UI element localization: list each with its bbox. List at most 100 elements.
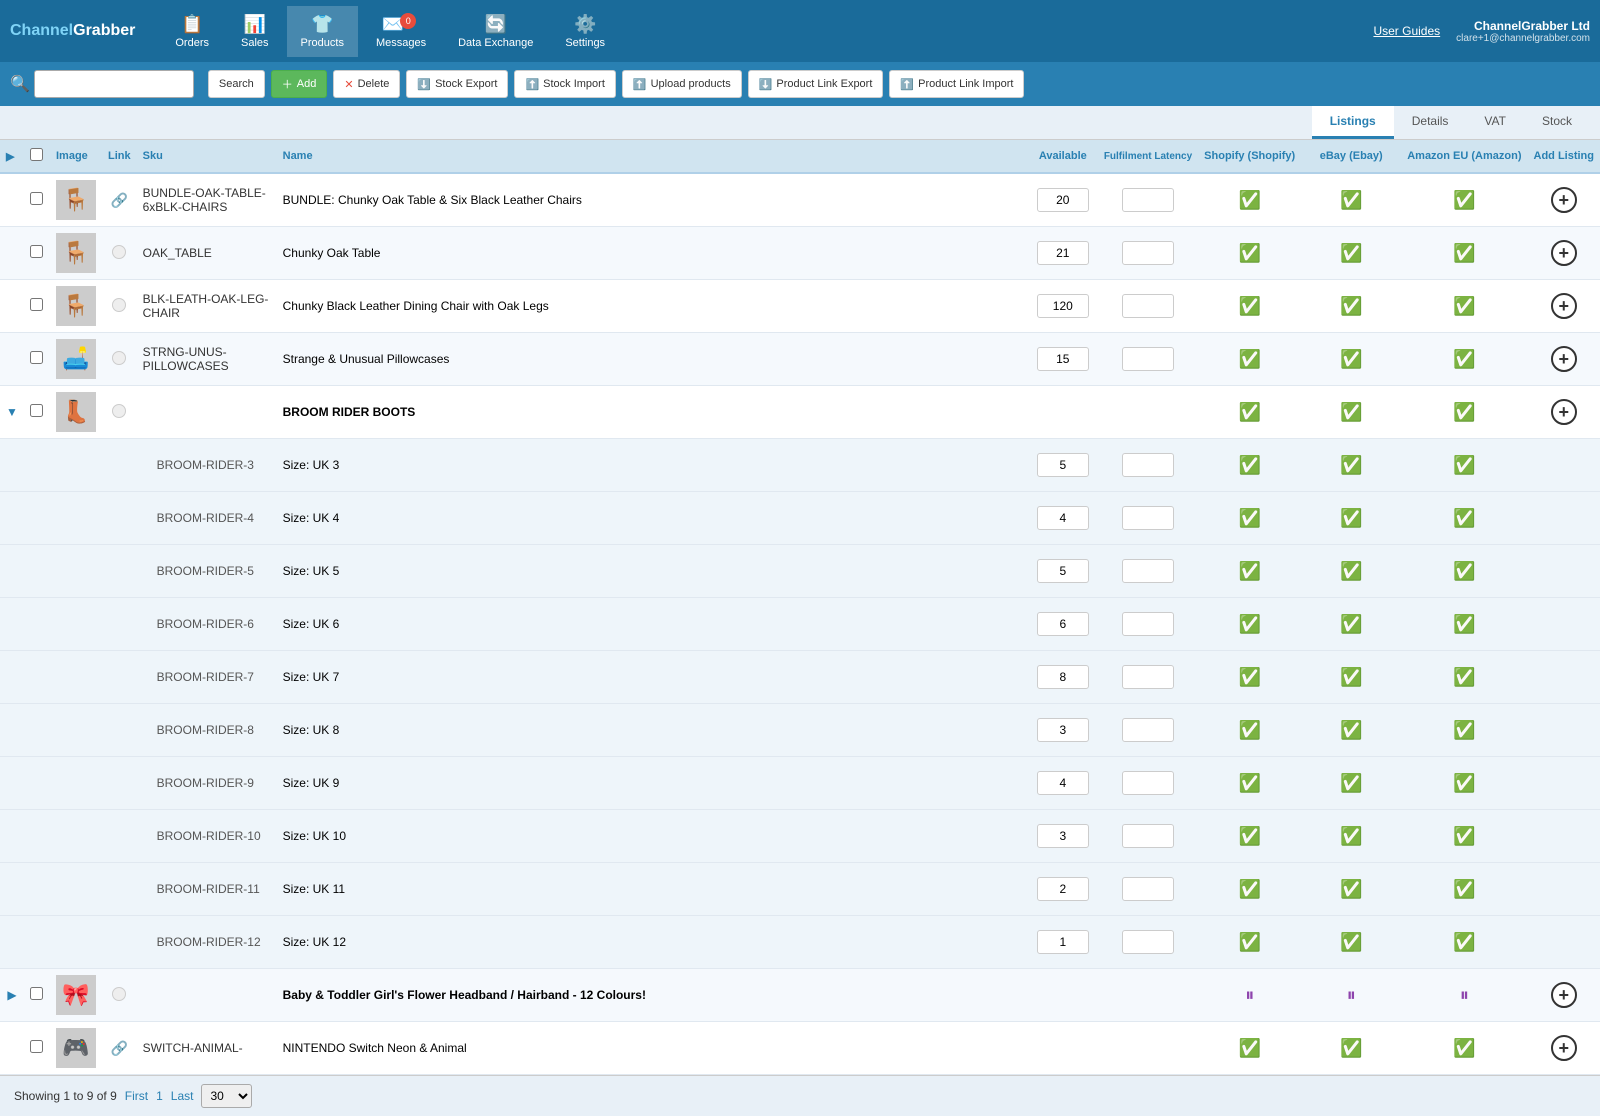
row-checkbox[interactable] — [30, 245, 43, 258]
last-page-link[interactable]: Last — [171, 1089, 194, 1103]
available-input[interactable] — [1037, 930, 1089, 954]
row-checkbox[interactable] — [30, 404, 43, 417]
add-listing-button[interactable]: + — [1551, 293, 1577, 319]
add-listing-button[interactable]: + — [1551, 187, 1577, 213]
available-input[interactable] — [1037, 506, 1089, 530]
row-checkbox[interactable] — [30, 987, 43, 1000]
latency-input[interactable] — [1122, 347, 1174, 371]
nav-item-settings[interactable]: ⚙️ Settings — [551, 6, 619, 57]
available-input[interactable] — [1037, 559, 1089, 583]
sku-cell — [137, 386, 277, 439]
stock-import-button[interactable]: ⬆️ Stock Import — [514, 70, 615, 98]
image-cell — [50, 863, 102, 916]
products-table: ▶ Image Link Sku Name Available Fulfilme… — [0, 140, 1600, 1075]
available-input[interactable] — [1037, 188, 1089, 212]
product-image-empty — [56, 710, 96, 750]
row-checkbox[interactable] — [30, 192, 43, 205]
link-cell: 🔗 — [102, 1022, 137, 1075]
delete-button[interactable]: ✕ Delete — [333, 70, 400, 98]
logo[interactable]: ChannelGrabber — [10, 22, 135, 40]
check-cell — [24, 1022, 50, 1075]
search-area: 🔍 — [10, 70, 194, 98]
check-icon: ✅ — [1453, 243, 1475, 263]
available-cell — [1028, 492, 1098, 545]
available-input[interactable] — [1037, 453, 1089, 477]
available-input[interactable] — [1037, 294, 1089, 318]
latency-input[interactable] — [1122, 877, 1174, 901]
latency-input[interactable] — [1122, 294, 1174, 318]
upload-products-button[interactable]: ⬆️ Upload products — [622, 70, 742, 98]
nav-item-data-exchange[interactable]: 🔄 Data Exchange — [444, 6, 547, 57]
latency-input[interactable] — [1122, 612, 1174, 636]
nav-item-messages[interactable]: ✉️0 Messages — [362, 6, 440, 57]
available-cell — [1028, 173, 1098, 227]
search-input[interactable] — [34, 70, 194, 98]
link-icon[interactable]: 🔗 — [111, 1040, 128, 1056]
latency-input[interactable] — [1122, 665, 1174, 689]
search-button[interactable]: Search — [208, 70, 265, 98]
row-checkbox[interactable] — [30, 1040, 43, 1053]
image-cell — [50, 810, 102, 863]
nav-right: User Guides ChannelGrabber Ltd clare+1@c… — [1373, 19, 1590, 44]
available-input[interactable] — [1037, 347, 1089, 371]
available-input[interactable] — [1037, 718, 1089, 742]
available-cell — [1028, 227, 1098, 280]
check-icon: ✅ — [1340, 879, 1362, 899]
latency-input[interactable] — [1122, 241, 1174, 265]
check-icon: ✅ — [1238, 561, 1260, 581]
expand-cell — [0, 757, 24, 810]
name-cell: Size: UK 3 — [277, 439, 1028, 492]
available-input[interactable] — [1037, 241, 1089, 265]
page-number-link[interactable]: 1 — [156, 1089, 163, 1103]
product-link-export-button[interactable]: ⬇️ Product Link Export — [748, 70, 884, 98]
row-checkbox[interactable] — [30, 351, 43, 364]
available-input[interactable] — [1037, 771, 1089, 795]
nav-item-sales[interactable]: 📊 Sales — [227, 6, 283, 57]
stock-export-button[interactable]: ⬇️ Stock Export — [406, 70, 508, 98]
latency-input[interactable] — [1122, 771, 1174, 795]
nav-item-products[interactable]: 👕 Products — [287, 6, 358, 57]
product-image: 🎮 — [56, 1028, 96, 1068]
available-input[interactable] — [1037, 665, 1089, 689]
check-icon: ✅ — [1453, 561, 1475, 581]
available-cell — [1028, 704, 1098, 757]
add-listing-cell — [1528, 545, 1600, 598]
select-all-checkbox[interactable] — [30, 148, 43, 161]
latency-input[interactable] — [1122, 718, 1174, 742]
latency-input[interactable] — [1122, 559, 1174, 583]
user-guides-link[interactable]: User Guides — [1373, 24, 1440, 38]
check-icon: ✅ — [1340, 190, 1362, 210]
expand-cell — [0, 704, 24, 757]
latency-input[interactable] — [1122, 824, 1174, 848]
add-listing-button[interactable]: + — [1551, 346, 1577, 372]
available-input[interactable] — [1037, 612, 1089, 636]
latency-input[interactable] — [1122, 453, 1174, 477]
check-icon: ✅ — [1453, 402, 1475, 422]
per-page-select[interactable]: 30 50 100 — [201, 1084, 252, 1108]
available-input[interactable] — [1037, 824, 1089, 848]
available-input[interactable] — [1037, 877, 1089, 901]
check-icon: ✅ — [1340, 561, 1362, 581]
add-button[interactable]: ＋ Add — [271, 70, 328, 98]
add-listing-button[interactable]: + — [1551, 399, 1577, 425]
stock-import-label: Stock Import — [543, 78, 605, 90]
product-link-import-button[interactable]: ⬆️ Product Link Import — [889, 70, 1024, 98]
collapse-row-icon[interactable]: ▼ — [6, 405, 18, 419]
tab-listings[interactable]: Listings — [1312, 106, 1394, 139]
row-checkbox[interactable] — [30, 298, 43, 311]
table-row: BROOM-RIDER-12 Size: UK 12 ✅ ✅ ✅ — [0, 916, 1600, 969]
link-icon[interactable]: 🔗 — [111, 192, 128, 208]
tab-details[interactable]: Details — [1394, 106, 1467, 139]
collapse-row-icon[interactable]: ▶ — [7, 988, 16, 1002]
latency-input[interactable] — [1122, 188, 1174, 212]
add-listing-button[interactable]: + — [1551, 1035, 1577, 1061]
add-listing-button[interactable]: + — [1551, 240, 1577, 266]
latency-input[interactable] — [1122, 506, 1174, 530]
name-cell: Size: UK 5 — [277, 545, 1028, 598]
add-listing-button[interactable]: + — [1551, 982, 1577, 1008]
tab-vat[interactable]: VAT — [1466, 106, 1524, 139]
latency-input[interactable] — [1122, 930, 1174, 954]
nav-item-orders[interactable]: 📋 Orders — [161, 6, 223, 57]
first-page-link[interactable]: First — [125, 1089, 148, 1103]
tab-stock[interactable]: Stock — [1524, 106, 1590, 139]
